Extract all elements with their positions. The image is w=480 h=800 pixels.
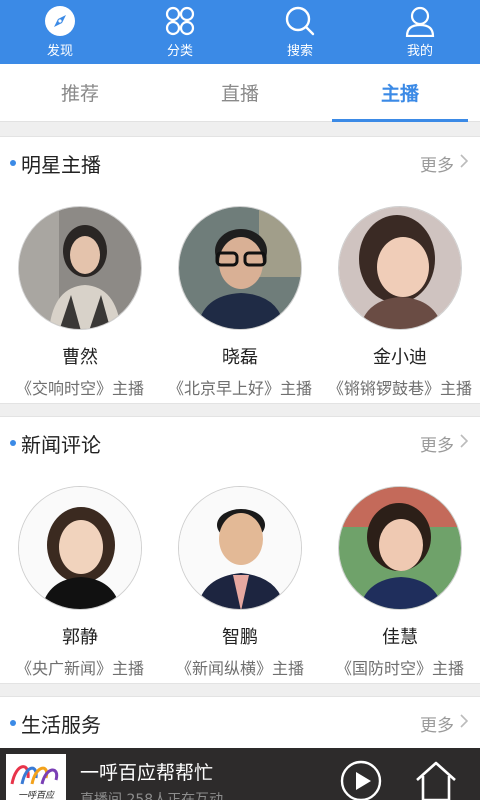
section-title: 生活服务	[10, 709, 101, 738]
tab-live[interactable]: 直播	[160, 64, 320, 121]
compass-icon	[43, 4, 77, 38]
nav-label: 分类	[166, 44, 193, 59]
host-list: 郭静 《央广新闻》主播 智鹏 《新闻纵横》主播 佳慧 《国防时空》主播	[0, 469, 480, 679]
nav-item-discover[interactable]: 发现	[0, 0, 120, 64]
host-show: 《交响时空》主播	[15, 379, 144, 398]
section-news-commentary: 新闻评论 更多 郭静 《央广新闻》主播 智鹏 《新闻纵横》主播 佳慧 《国防时空…	[0, 416, 480, 684]
section-star-hosts: 明星主播 更多 曹然 《交响时空》主播 晓磊 《北京早上好》主播 金小迪 《锵锵…	[0, 136, 480, 404]
more-link[interactable]: 更多	[420, 151, 469, 176]
play-button[interactable]	[340, 760, 382, 800]
host-card[interactable]: 郭静 《央广新闻》主播	[0, 469, 160, 679]
host-name: 智鹏	[222, 627, 258, 648]
avatar	[178, 486, 302, 610]
play-icon	[340, 760, 382, 800]
host-list: 曹然 《交响时空》主播 晓磊 《北京早上好》主播 金小迪 《锵锵锣鼓巷》主播	[0, 189, 480, 399]
nav-item-category[interactable]: 分类	[120, 0, 240, 64]
section-title-text: 明星主播	[21, 152, 101, 177]
top-nav: 发现 分类 搜索 我的	[0, 0, 480, 64]
host-show: 《央广新闻》主播	[15, 659, 144, 678]
avatar	[18, 486, 142, 610]
host-show: 《国防时空》主播	[335, 659, 464, 678]
section-title: 明星主播	[10, 149, 101, 178]
grid-icon	[163, 4, 197, 38]
chevron-right-icon	[460, 713, 469, 733]
player-subtitle: 直播间 258人正在互动	[80, 792, 224, 800]
host-card[interactable]: 智鹏 《新闻纵横》主播	[160, 469, 320, 679]
section-title-text: 生活服务	[21, 712, 101, 737]
section-header: 明星主播 更多	[0, 137, 480, 189]
avatar	[338, 486, 462, 610]
host-card[interactable]: 晓磊 《北京早上好》主播	[160, 189, 320, 399]
more-label: 更多	[420, 715, 454, 736]
svg-text:一呼百应: 一呼百应	[18, 790, 56, 800]
search-icon	[283, 4, 317, 38]
home-button[interactable]	[414, 760, 458, 800]
host-name: 晓磊	[222, 347, 258, 368]
nav-label: 我的	[406, 44, 433, 59]
section-life-service: 生活服务 更多	[0, 696, 480, 756]
host-show: 《锵锵锣鼓巷》主播	[327, 379, 472, 398]
more-label: 更多	[420, 155, 454, 176]
mini-player[interactable]: 一呼百应 一呼百应帮帮忙 直播间 258人正在互动	[0, 748, 480, 800]
section-title-text: 新闻评论	[21, 432, 101, 457]
host-name: 郭静	[62, 627, 98, 648]
host-name: 佳慧	[382, 627, 418, 648]
host-card[interactable]: 佳慧 《国防时空》主播	[320, 469, 480, 679]
bullet-dot	[10, 440, 16, 446]
chevron-right-icon	[460, 433, 469, 453]
host-name: 曹然	[62, 347, 98, 368]
section-header: 生活服务 更多	[0, 697, 480, 749]
tab-recommend[interactable]: 推荐	[0, 64, 160, 121]
host-name: 金小迪	[373, 347, 427, 368]
player-title: 一呼百应帮帮忙	[80, 762, 214, 784]
host-show: 《新闻纵横》主播	[175, 659, 304, 678]
nav-label: 搜索	[286, 44, 313, 59]
chevron-right-icon	[460, 153, 469, 173]
user-icon	[403, 4, 437, 38]
more-link[interactable]: 更多	[420, 711, 469, 736]
section-title: 新闻评论	[10, 429, 101, 458]
bullet-dot	[10, 720, 16, 726]
more-link[interactable]: 更多	[420, 431, 469, 456]
program-logo: 一呼百应	[6, 754, 66, 800]
more-label: 更多	[420, 435, 454, 456]
nav-item-mine[interactable]: 我的	[360, 0, 480, 64]
bullet-dot	[10, 160, 16, 166]
tab-bar: 推荐 直播 主播	[0, 64, 480, 122]
tab-hosts[interactable]: 主播	[320, 64, 480, 122]
section-header: 新闻评论 更多	[0, 417, 480, 469]
home-icon	[416, 761, 456, 800]
player-titles: 一呼百应帮帮忙 直播间 258人正在互动	[80, 748, 223, 800]
host-card[interactable]: 曹然 《交响时空》主播	[0, 189, 160, 399]
avatar	[18, 206, 142, 330]
host-show: 《北京早上好》主播	[167, 379, 312, 398]
avatar	[338, 206, 462, 330]
nav-item-search[interactable]: 搜索	[240, 0, 360, 64]
avatar	[178, 206, 302, 330]
nav-label: 发现	[46, 44, 73, 59]
host-card[interactable]: 金小迪 《锵锵锣鼓巷》主播	[320, 189, 480, 399]
